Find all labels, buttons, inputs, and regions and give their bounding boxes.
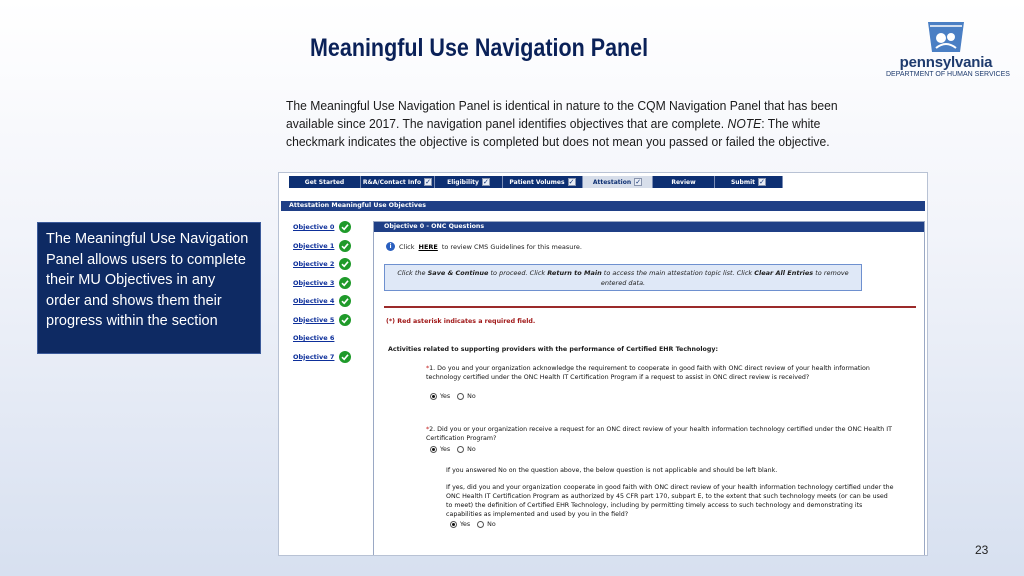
here-link[interactable]: HERE (419, 243, 438, 251)
yes-label: Yes (440, 393, 451, 400)
radio-no[interactable] (477, 521, 485, 528)
check-icon: ✓ (567, 178, 576, 186)
tab-label: R&A/Contact Info (362, 178, 422, 186)
objective-link-5[interactable]: Objective 5 (293, 313, 351, 335)
complete-check-icon (339, 258, 351, 270)
check-icon: ✓ (634, 178, 643, 186)
radio-yes[interactable] (430, 446, 437, 453)
info-icon: i (386, 242, 395, 251)
objective-label: Objective 0 (293, 223, 335, 231)
tab-label: Eligibility (447, 178, 479, 186)
page-number: 23 (975, 543, 989, 557)
yes-label: Yes (460, 521, 471, 528)
tab-patient-volumes[interactable]: Patient Volumes ✓ (503, 176, 583, 188)
objective-label: Objective 6 (293, 334, 335, 342)
guidelines-row: i Click HERE to review CMS Guidelines fo… (386, 242, 582, 251)
intro-paragraph: The Meaningful Use Navigation Panel is i… (286, 97, 838, 151)
conditional-note: If you answered No on the question above… (446, 467, 778, 474)
objective-label: Objective 2 (293, 260, 335, 268)
logo-subtitle: DEPARTMENT OF HUMAN SERVICES (886, 71, 1010, 78)
check-icon: ✓ (481, 178, 490, 186)
objective-link-6[interactable]: Objective 6 (293, 334, 334, 353)
tab-label: Submit (730, 178, 756, 186)
tab-review[interactable]: Review (653, 176, 715, 188)
radio-no[interactable] (457, 393, 465, 400)
check-icon: ✓ (424, 178, 433, 186)
click-suffix: to review CMS Guidelines for this measur… (441, 242, 582, 251)
radio-no[interactable] (457, 446, 465, 453)
click-prefix: Click (399, 242, 415, 251)
tab-get-started[interactable]: Get Started (289, 176, 361, 188)
slide-title: Meaningful Use Navigation Panel (310, 34, 649, 62)
objective-label: Objective 3 (293, 278, 335, 287)
no-label: No (467, 446, 476, 453)
no-label: No (467, 393, 476, 400)
objective-link-4[interactable]: Objective 4 (293, 295, 351, 316)
notice-clear-all: Clear All Entries (754, 269, 814, 277)
activities-heading: Activities related to supporting provide… (388, 346, 718, 353)
tab-submit[interactable]: Submit ✓ (715, 176, 783, 188)
logo-wordmark: pennsylvania (899, 54, 993, 71)
complete-check-icon (339, 313, 351, 326)
objective-label: Objective 4 (293, 297, 335, 305)
objective-panel: Objective 0 - ONC Questions i Click HERE… (373, 221, 925, 555)
panel-header: Objective 0 - ONC Questions (374, 222, 924, 232)
complete-check-icon (339, 295, 351, 307)
tab-label: Get Started (304, 178, 345, 186)
check-icon: ✓ (758, 178, 767, 186)
app-screenshot: Get Started R&A/Contact Info ✓ Eligibilit… (278, 172, 928, 556)
wizard-tabbar: Get Started R&A/Contact Info ✓ Eligibilit… (289, 176, 783, 188)
tab-eligibility[interactable]: Eligibility ✓ (435, 176, 503, 188)
complete-check-icon (339, 239, 351, 252)
question-2-radios: Yes No (430, 446, 476, 453)
divider (384, 306, 916, 308)
no-label: No (487, 521, 496, 528)
notice-text: to proceed. Click (490, 269, 546, 277)
section-header: Attestation Meaningful Use Objectives (281, 201, 925, 211)
instructions-notice: Click the Save & Continue to proceed. Cl… (384, 264, 862, 291)
tab-label: Review (671, 178, 696, 186)
objective-label: Objective 7 (293, 352, 335, 361)
objective-link-2[interactable]: Objective 2 (293, 258, 351, 279)
question-1: *1. Do you and your organization acknowl… (426, 364, 896, 382)
notice-return-to-main: Return to Main (547, 269, 602, 277)
question-2: *2. Did you or your organization receive… (426, 425, 896, 443)
question-text: 1. Do you and your organization acknowle… (426, 365, 870, 381)
objective-label: Objective 5 (293, 315, 335, 324)
objective-link-1[interactable]: Objective 1 (293, 239, 351, 261)
complete-check-icon (339, 350, 351, 363)
objective-link-7[interactable]: Objective 7 (293, 350, 351, 372)
notice-save-continue: Save & Continue (427, 269, 489, 277)
objective-link-3[interactable]: Objective 3 (293, 276, 351, 298)
intro-note: NOTE (727, 116, 762, 131)
complete-check-icon (339, 276, 351, 289)
question-3: If yes, did you and your organization co… (446, 484, 894, 518)
tab-attestation[interactable]: Attestation ✓ (583, 176, 653, 188)
question-3-radios: Yes No (450, 521, 496, 528)
question-1-radios: Yes No (430, 393, 476, 400)
pa-dhs-logo: pennsylvania DEPARTMENT OF HUMAN SERVICE… (886, 20, 1010, 82)
objective-label: Objective 1 (293, 241, 335, 250)
required-note: (*) Red asterisk indicates a required fi… (386, 318, 536, 325)
objective-nav-list: Objective 0 Objective 1 Objective 2 Obje… (293, 221, 351, 372)
notice-text: Click the (397, 269, 426, 277)
radio-yes[interactable] (450, 521, 457, 528)
tab-ra-contact-info[interactable]: R&A/Contact Info ✓ (361, 176, 435, 188)
complete-check-icon (339, 221, 351, 233)
notice-text: to access the main attestation topic lis… (603, 269, 753, 277)
tab-label: Patient Volumes (509, 178, 565, 186)
tab-label: Attestation (592, 178, 632, 186)
keystone-icon (928, 22, 964, 52)
question-text: 2. Did you or your organization receive … (426, 426, 892, 442)
objective-link-0[interactable]: Objective 0 (293, 221, 351, 242)
radio-yes[interactable] (430, 393, 437, 400)
callout-box: The Meaningful Use Navigation Panel allo… (37, 222, 261, 354)
yes-label: Yes (440, 446, 451, 453)
